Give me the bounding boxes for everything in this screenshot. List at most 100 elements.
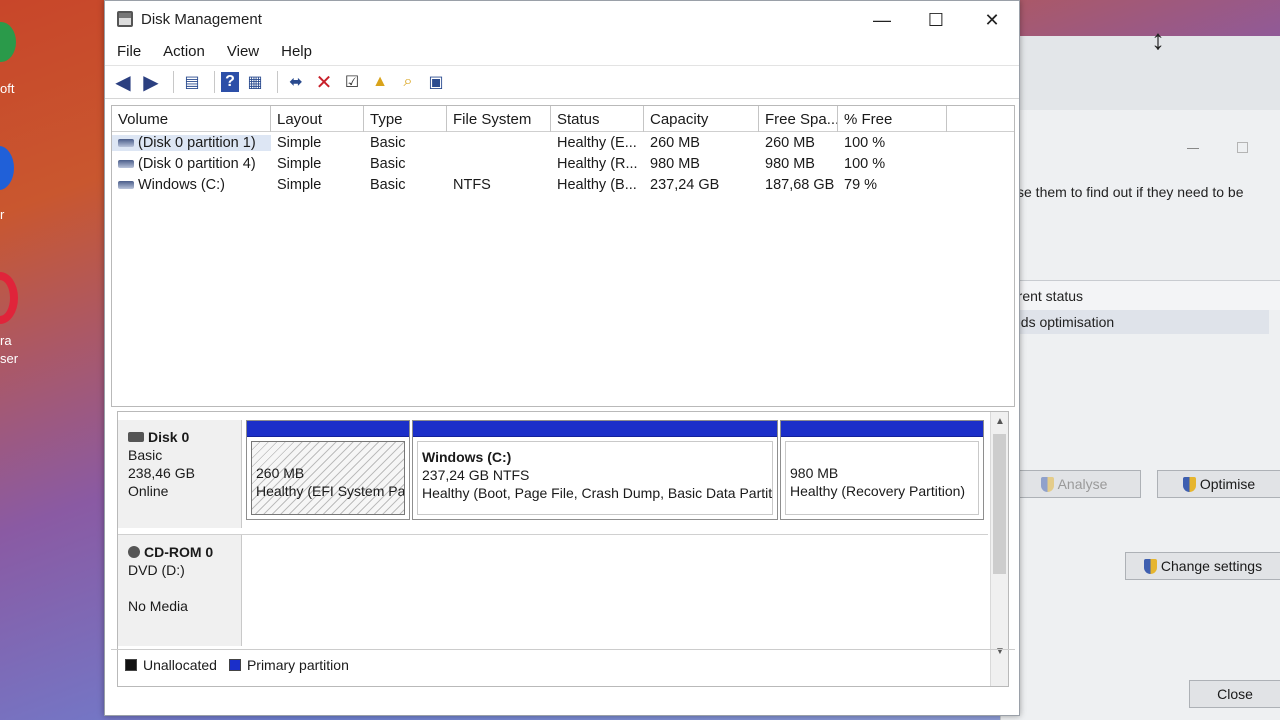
minimize-icon[interactable] <box>1187 148 1199 149</box>
column-percent-free[interactable]: % Free <box>838 106 947 132</box>
status-cell: Healthy (E... <box>557 134 637 151</box>
current-status-header[interactable]: rrent status <box>1013 288 1083 304</box>
volume-name-cell: (Disk 0 partition 4) <box>112 156 271 172</box>
column-capacity[interactable]: Capacity <box>644 106 759 132</box>
toolbar-separator <box>214 71 215 93</box>
folder-up-icon[interactable]: ▲ <box>368 70 392 94</box>
volume-icon <box>118 180 134 189</box>
desktop-app-icon[interactable] <box>0 146 14 190</box>
status-cell: Healthy (B... <box>557 176 637 193</box>
cdrom-0-kind: DVD (D:) <box>128 562 185 578</box>
analyse-button[interactable]: Analyse <box>1007 470 1141 498</box>
toolbar-separator <box>277 71 278 93</box>
vertical-scrollbar[interactable]: ▲ ▼ <box>990 412 1008 686</box>
partition-status: Healthy (Boot, Page File, Crash Dump, Ba… <box>422 485 773 501</box>
partition-efi[interactable]: 260 MB Healthy (EFI System Par <box>246 420 410 520</box>
cdrom-0-info[interactable]: CD-ROM 0 DVD (D:) No Media <box>118 535 242 646</box>
volume-icon <box>118 159 134 168</box>
percent-free-cell: 100 % <box>844 155 886 172</box>
volume-row[interactable]: Windows (C:) Simple Basic NTFS Healthy (… <box>112 174 1014 195</box>
menu-bar: File Action View Help <box>105 39 1019 63</box>
maximize-icon[interactable] <box>1237 142 1248 153</box>
console-icon[interactable]: ▣ <box>424 70 448 94</box>
disk-0-name: Disk 0 <box>128 428 231 446</box>
partition-windows-c[interactable]: Windows (C:) 237,24 GB NTFS Healthy (Boo… <box>412 420 778 520</box>
cdrom-0-row: CD-ROM 0 DVD (D:) No Media <box>118 534 988 646</box>
free-space-cell: 980 MB <box>765 155 815 172</box>
capacity-cell: 237,24 GB <box>650 176 720 193</box>
column-free-space[interactable]: Free Spa... <box>759 106 838 132</box>
volume-row[interactable]: (Disk 0 partition 1) Simple Basic Health… <box>112 132 1014 153</box>
desktop-icon-label: ser <box>0 351 19 366</box>
optimise-button[interactable]: Optimise <box>1157 470 1280 498</box>
column-type[interactable]: Type <box>364 106 447 132</box>
help-icon[interactable]: ? <box>221 72 239 92</box>
close-button[interactable]: Close <box>1189 680 1280 708</box>
disk-0-info[interactable]: Disk 0 Basic 238,46 GB Online <box>118 420 242 528</box>
layout-cell: Simple <box>277 176 322 193</box>
percent-free-cell: 79 % <box>844 176 878 193</box>
close-button[interactable]: ✕ <box>975 9 1009 31</box>
capacity-cell: 980 MB <box>650 155 700 172</box>
free-space-cell: 260 MB <box>765 134 815 151</box>
title-bar[interactable]: Disk Management — ☐ ✕ <box>105 1 1019 37</box>
unallocated-swatch <box>125 658 137 671</box>
disk-management-icon <box>117 11 133 27</box>
hard-disk-icon <box>128 432 144 442</box>
show-hide-console-tree-icon[interactable]: ▤ <box>180 70 204 94</box>
window-header-strip <box>1001 36 1280 110</box>
properties-icon[interactable]: ▦ <box>243 70 267 94</box>
toolbar: ◀ ▶ ▤ ? ▦ ⬌ ✕ ☑ ▲ ⌕ ▣ <box>105 65 1019 99</box>
volume-list-header: Volume Layout Type File System Status Ca… <box>112 106 1014 132</box>
cdrom-0-name: CD-ROM 0 <box>128 543 231 561</box>
partition-size: 980 MB <box>790 465 839 481</box>
primary-partition-swatch <box>228 658 241 671</box>
partition-status: Healthy (EFI System Par <box>256 483 405 499</box>
type-cell: Basic <box>370 176 406 193</box>
volume-list: Volume Layout Type File System Status Ca… <box>111 105 1015 407</box>
minimize-button[interactable]: — <box>865 9 899 31</box>
disk-0-size: 238,46 GB <box>128 465 195 481</box>
change-settings-label: Change settings <box>1160 558 1263 574</box>
check-icon[interactable]: ☑ <box>340 70 364 94</box>
menu-file[interactable]: File <box>117 43 141 60</box>
volume-row[interactable]: (Disk 0 partition 4) Simple Basic Health… <box>112 153 1014 174</box>
capacity-cell: 260 MB <box>650 134 700 151</box>
disk-0-kind: Basic <box>128 447 163 463</box>
delete-icon[interactable]: ✕ <box>312 70 336 94</box>
back-arrow-icon[interactable]: ◀ <box>111 70 135 94</box>
disk-graphical-view: Disk 0 Basic 238,46 GB Online 260 MB Hea… <box>117 411 1009 687</box>
cdrom-0-state: No Media <box>128 598 188 614</box>
column-layout[interactable]: Layout <box>271 106 364 132</box>
partition-recovery[interactable]: 980 MB Healthy (Recovery Partition) <box>780 420 984 520</box>
change-settings-button[interactable]: Change settings <box>1125 552 1280 580</box>
forward-arrow-icon[interactable]: ▶ <box>139 70 163 94</box>
column-file-system[interactable]: File System <box>447 106 551 132</box>
column-status[interactable]: Status <box>551 106 644 132</box>
free-space-cell: 187,68 GB <box>765 176 835 193</box>
shield-icon <box>1143 558 1157 574</box>
desktop-app-icon[interactable] <box>0 22 16 62</box>
optimise-label: Optimise <box>1199 476 1256 492</box>
disk-management-window: Disk Management — ☐ ✕ File Action View H… <box>104 0 1020 716</box>
opera-browser-icon[interactable] <box>0 272 18 324</box>
layout-cell: Simple <box>277 155 322 172</box>
menu-view[interactable]: View <box>227 43 259 60</box>
column-volume[interactable]: Volume <box>112 106 271 132</box>
description-text: se them to find out if they need to be <box>1017 184 1244 200</box>
maximize-button[interactable]: ☐ <box>919 9 953 31</box>
scroll-up-icon[interactable]: ▲ <box>995 416 1005 427</box>
analyse-label: Analyse <box>1057 476 1108 492</box>
menu-help[interactable]: Help <box>281 43 312 60</box>
volume-icon <box>118 138 134 147</box>
partition-bar <box>247 421 409 437</box>
folder-search-icon[interactable]: ⌕ <box>396 70 420 94</box>
scrollbar-thumb[interactable] <box>993 434 1006 574</box>
type-cell: Basic <box>370 134 406 151</box>
disk-0-state: Online <box>128 483 169 499</box>
close-label: Close <box>1217 686 1253 702</box>
shield-icon <box>1040 476 1054 492</box>
partition-recovery-body: 980 MB Healthy (Recovery Partition) <box>785 441 979 515</box>
menu-action[interactable]: Action <box>163 43 205 60</box>
connect-disk-icon[interactable]: ⬌ <box>284 70 308 94</box>
